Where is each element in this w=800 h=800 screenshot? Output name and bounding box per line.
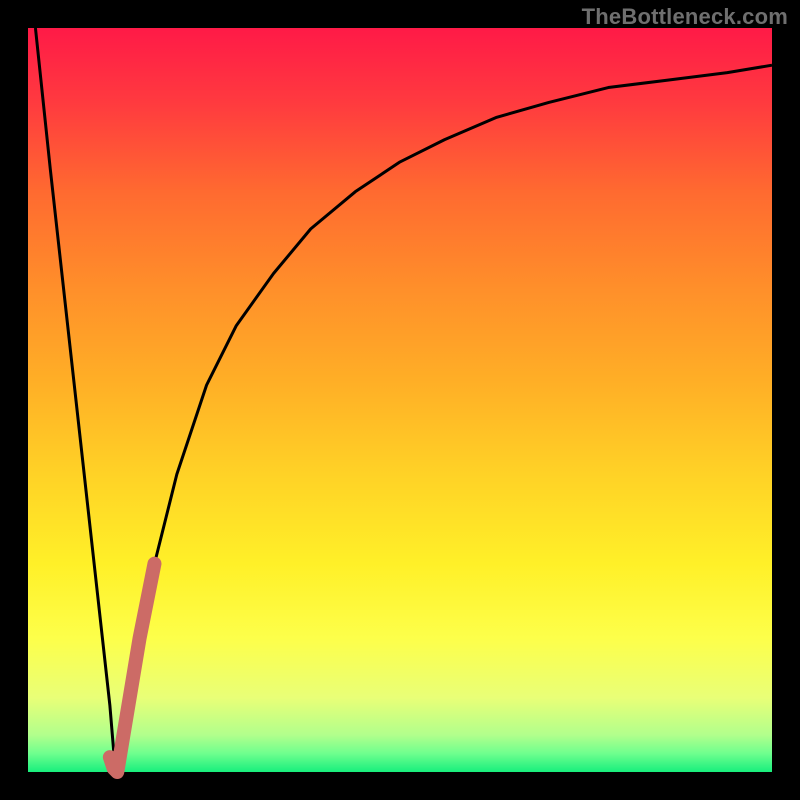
bottleneck-chart [0,0,800,800]
watermark-text: TheBottleneck.com [582,4,788,30]
chart-container: TheBottleneck.com [0,0,800,800]
